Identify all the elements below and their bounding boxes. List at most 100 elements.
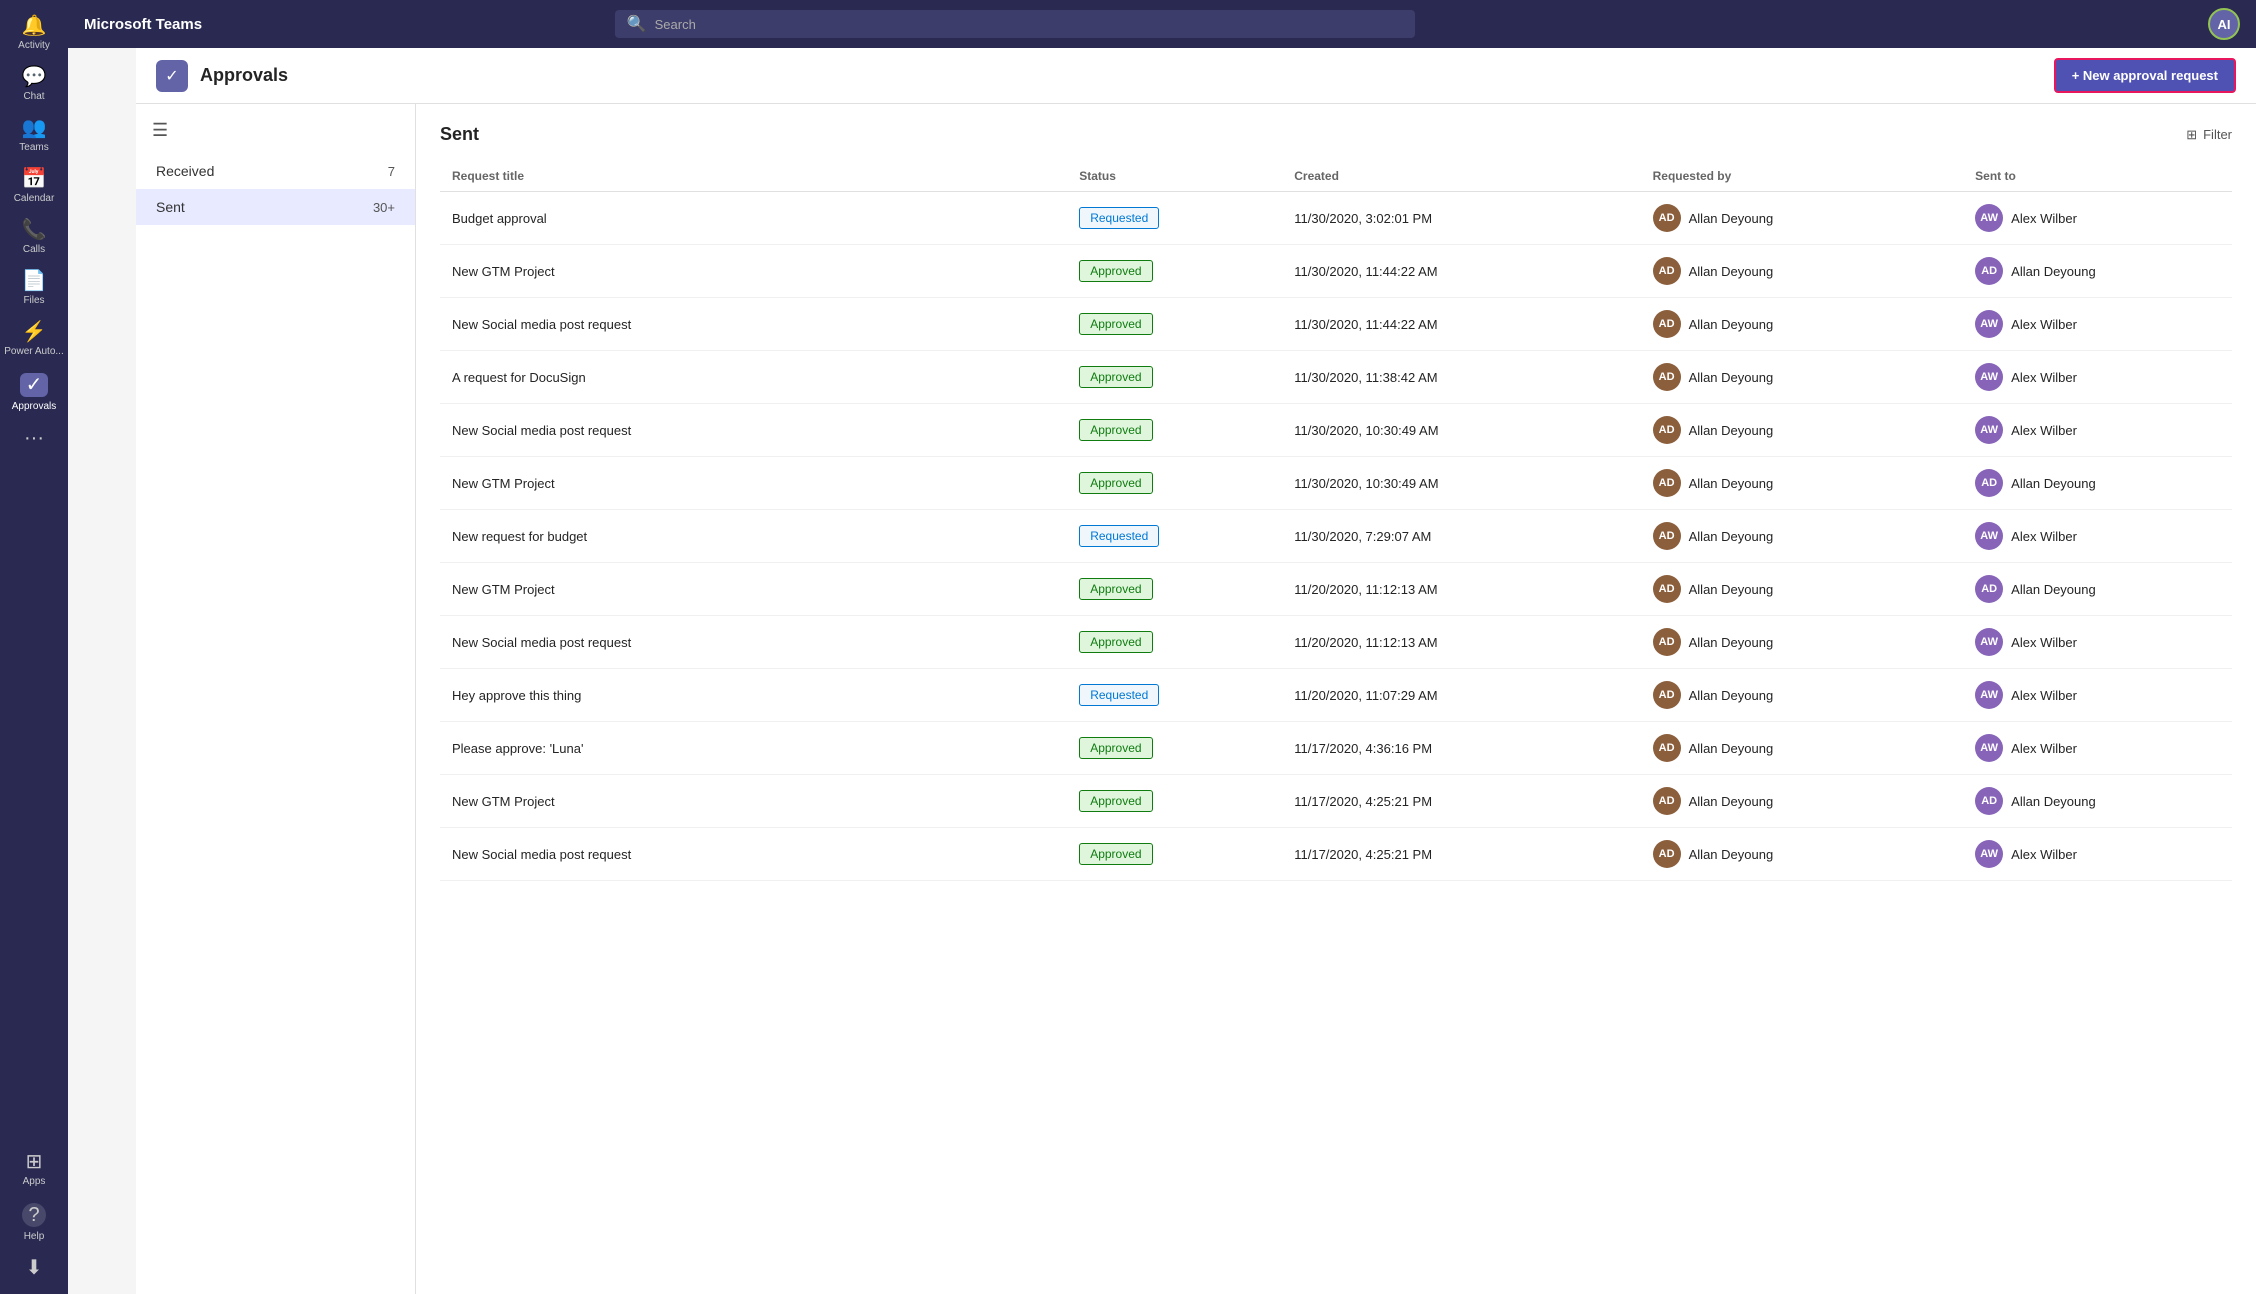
approvals-icon: ✓ — [20, 373, 49, 397]
nav-item-received[interactable]: Received 7 — [136, 153, 415, 189]
nav-item-received-label: Received — [156, 163, 214, 179]
status-badge: Approved — [1079, 578, 1152, 600]
hamburger-icon[interactable]: ☰ — [152, 120, 168, 141]
left-panel: ☰ Received 7 Sent 30+ — [136, 104, 416, 1294]
cell-title: Budget approval — [440, 192, 1067, 245]
avatar: AD — [1975, 469, 2003, 497]
table-row[interactable]: New GTM Project Approved 11/30/2020, 10:… — [440, 457, 2232, 510]
table-row[interactable]: New Social media post request Approved 1… — [440, 298, 2232, 351]
sidebar-item-help[interactable]: ? Help — [0, 1195, 68, 1250]
cell-status: Approved — [1067, 775, 1282, 828]
sidebar-item-label-chat: Chat — [23, 91, 44, 102]
chat-icon: 💬 — [22, 67, 47, 87]
table-row[interactable]: New Social media post request Approved 1… — [440, 828, 2232, 881]
panel-toolbar: ☰ — [136, 120, 415, 153]
sidebar-item-label-approvals: Approvals — [12, 401, 56, 412]
status-badge: Approved — [1079, 472, 1152, 494]
sidebar-item-label-calendar: Calendar — [14, 193, 55, 204]
sidebar-item-apps[interactable]: ⊞ Apps — [0, 1144, 68, 1195]
sidebar-item-activity[interactable]: 🔔 Activity — [0, 8, 68, 59]
sidebar-item-files[interactable]: 📄 Files — [0, 263, 68, 314]
cell-requested-by: AD Allan Deyoung — [1641, 510, 1964, 563]
avatar: AW — [1975, 840, 2003, 868]
table-row[interactable]: New GTM Project Approved 11/17/2020, 4:2… — [440, 775, 2232, 828]
apps-icon: ⊞ — [26, 1152, 43, 1172]
col-header-requested-by: Requested by — [1641, 161, 1964, 192]
cell-sent-to: AD Allan Deyoung — [1963, 563, 2232, 616]
table-row[interactable]: A request for DocuSign Approved 11/30/20… — [440, 351, 2232, 404]
avatar: AD — [1653, 787, 1681, 815]
avatar: AD — [1653, 522, 1681, 550]
table-row[interactable]: New GTM Project Approved 11/30/2020, 11:… — [440, 245, 2232, 298]
cell-sent-to: AW Alex Wilber — [1963, 351, 2232, 404]
avatar: AD — [1653, 734, 1681, 762]
sidebar-item-approvals[interactable]: ✓ Approvals — [0, 365, 68, 420]
avatar: AW — [1975, 681, 2003, 709]
nav-item-sent[interactable]: Sent 30+ — [136, 189, 415, 225]
cell-status: Requested — [1067, 510, 1282, 563]
sidebar-item-calls[interactable]: 📞 Calls — [0, 212, 68, 263]
cell-sent-to: AW Alex Wilber — [1963, 828, 2232, 881]
app-icon: ✓ — [156, 60, 188, 92]
cell-created: 11/30/2020, 10:30:49 AM — [1282, 404, 1640, 457]
avatar: AW — [1975, 734, 2003, 762]
sidebar-item-download[interactable]: ⬇ — [0, 1250, 68, 1286]
cell-status: Approved — [1067, 828, 1282, 881]
table-row[interactable]: New GTM Project Approved 11/20/2020, 11:… — [440, 563, 2232, 616]
avatar: AD — [1653, 257, 1681, 285]
search-box[interactable]: 🔍 — [615, 10, 1415, 38]
cell-status: Approved — [1067, 457, 1282, 510]
table-row[interactable]: Budget approval Requested 11/30/2020, 3:… — [440, 192, 2232, 245]
table-row[interactable]: New Social media post request Approved 1… — [440, 404, 2232, 457]
sidebar-item-more[interactable]: ··· — [0, 420, 68, 456]
table-row[interactable]: Hey approve this thing Requested 11/20/2… — [440, 669, 2232, 722]
filter-button[interactable]: ⊞ Filter — [2186, 127, 2232, 143]
cell-created: 11/20/2020, 11:07:29 AM — [1282, 669, 1640, 722]
cell-title: A request for DocuSign — [440, 351, 1067, 404]
cell-created: 11/20/2020, 11:12:13 AM — [1282, 616, 1640, 669]
table-row[interactable]: Please approve: 'Luna' Approved 11/17/20… — [440, 722, 2232, 775]
sidebar: 🔔 Activity 💬 Chat 👥 Teams 📅 Calendar 📞 C… — [0, 0, 68, 1294]
cell-requested-by: AD Allan Deyoung — [1641, 563, 1964, 616]
avatar: AD — [1975, 575, 2003, 603]
table-row[interactable]: New request for budget Requested 11/30/2… — [440, 510, 2232, 563]
cell-created: 11/30/2020, 3:02:01 PM — [1282, 192, 1640, 245]
topbar: Microsoft Teams 🔍 AI — [68, 0, 2256, 48]
search-input[interactable] — [655, 17, 1403, 32]
user-avatar-top[interactable]: AI — [2208, 8, 2240, 40]
cell-created: 11/30/2020, 11:38:42 AM — [1282, 351, 1640, 404]
sidebar-item-calendar[interactable]: 📅 Calendar — [0, 161, 68, 212]
nav-item-sent-label: Sent — [156, 199, 185, 215]
table-row[interactable]: New Social media post request Approved 1… — [440, 616, 2232, 669]
sidebar-item-power-automate[interactable]: ⚡ Power Auto... — [0, 314, 68, 365]
cell-status: Requested — [1067, 669, 1282, 722]
avatar: AD — [1653, 840, 1681, 868]
cell-title: New GTM Project — [440, 563, 1067, 616]
status-badge: Approved — [1079, 843, 1152, 865]
cell-status: Approved — [1067, 298, 1282, 351]
sidebar-item-label-power-automate: Power Auto... — [4, 346, 63, 357]
cell-created: 11/30/2020, 10:30:49 AM — [1282, 457, 1640, 510]
search-icon: 🔍 — [627, 14, 647, 34]
cell-status: Approved — [1067, 245, 1282, 298]
cell-sent-to: AW Alex Wilber — [1963, 722, 2232, 775]
sidebar-item-teams[interactable]: 👥 Teams — [0, 110, 68, 161]
avatar: AD — [1975, 257, 2003, 285]
cell-title: New Social media post request — [440, 404, 1067, 457]
cell-created: 11/17/2020, 4:36:16 PM — [1282, 722, 1640, 775]
cell-title: Please approve: 'Luna' — [440, 722, 1067, 775]
avatar: AW — [1975, 416, 2003, 444]
cell-title: New GTM Project — [440, 775, 1067, 828]
cell-status: Approved — [1067, 351, 1282, 404]
cell-title: New GTM Project — [440, 245, 1067, 298]
sidebar-item-chat[interactable]: 💬 Chat — [0, 59, 68, 110]
avatar: AD — [1653, 204, 1681, 232]
status-badge: Requested — [1079, 684, 1159, 706]
cell-created: 11/30/2020, 11:44:22 AM — [1282, 245, 1640, 298]
cell-status: Approved — [1067, 563, 1282, 616]
cell-requested-by: AD Allan Deyoung — [1641, 616, 1964, 669]
status-badge: Approved — [1079, 260, 1152, 282]
cell-sent-to: AW Alex Wilber — [1963, 298, 2232, 351]
cell-sent-to: AD Allan Deyoung — [1963, 457, 2232, 510]
new-approval-button[interactable]: + New approval request — [2054, 58, 2236, 93]
